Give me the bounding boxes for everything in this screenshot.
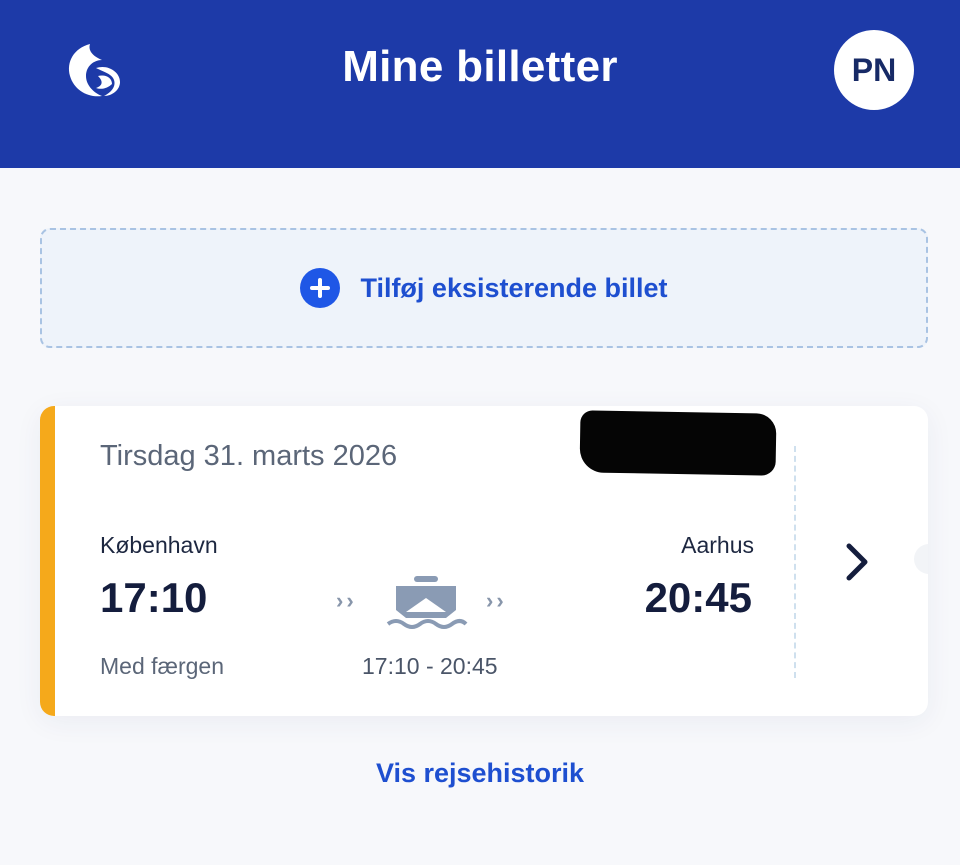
redacted-area (579, 410, 777, 476)
chevrons-left-icon: ›› (336, 588, 357, 613)
time-range: 17:10 - 20:45 (362, 653, 498, 679)
arrival-city: Aarhus (681, 532, 754, 558)
departure-city: København (100, 532, 218, 558)
ticket-notch (914, 544, 928, 574)
arrival-time: 20:45 (644, 574, 752, 621)
ticket-date: Tirsdag 31. marts 2026 (100, 440, 398, 472)
app-header: Mine billetter PN (0, 0, 960, 168)
transport-mode: Med færgen (100, 653, 225, 679)
departure-time: 17:10 (100, 574, 208, 621)
travel-history-link[interactable]: Vis rejsehistorik (0, 758, 960, 789)
chevron-right-icon[interactable] (840, 542, 874, 582)
ticket-card[interactable]: Tirsdag 31. marts 2026 København Aarhus … (40, 406, 928, 716)
plus-circle-icon (300, 268, 341, 308)
page-title: Mine billetter (342, 42, 618, 91)
ticket-accent-bar (40, 406, 55, 716)
add-existing-ticket-button[interactable]: Tilføj eksisterende billet (40, 228, 928, 348)
avatar[interactable]: PN (834, 30, 914, 110)
add-ticket-label: Tilføj eksisterende billet (360, 272, 668, 303)
ferry-icon (386, 576, 468, 629)
ticket-divider (794, 446, 796, 678)
chevrons-right-icon: ›› (486, 588, 507, 613)
